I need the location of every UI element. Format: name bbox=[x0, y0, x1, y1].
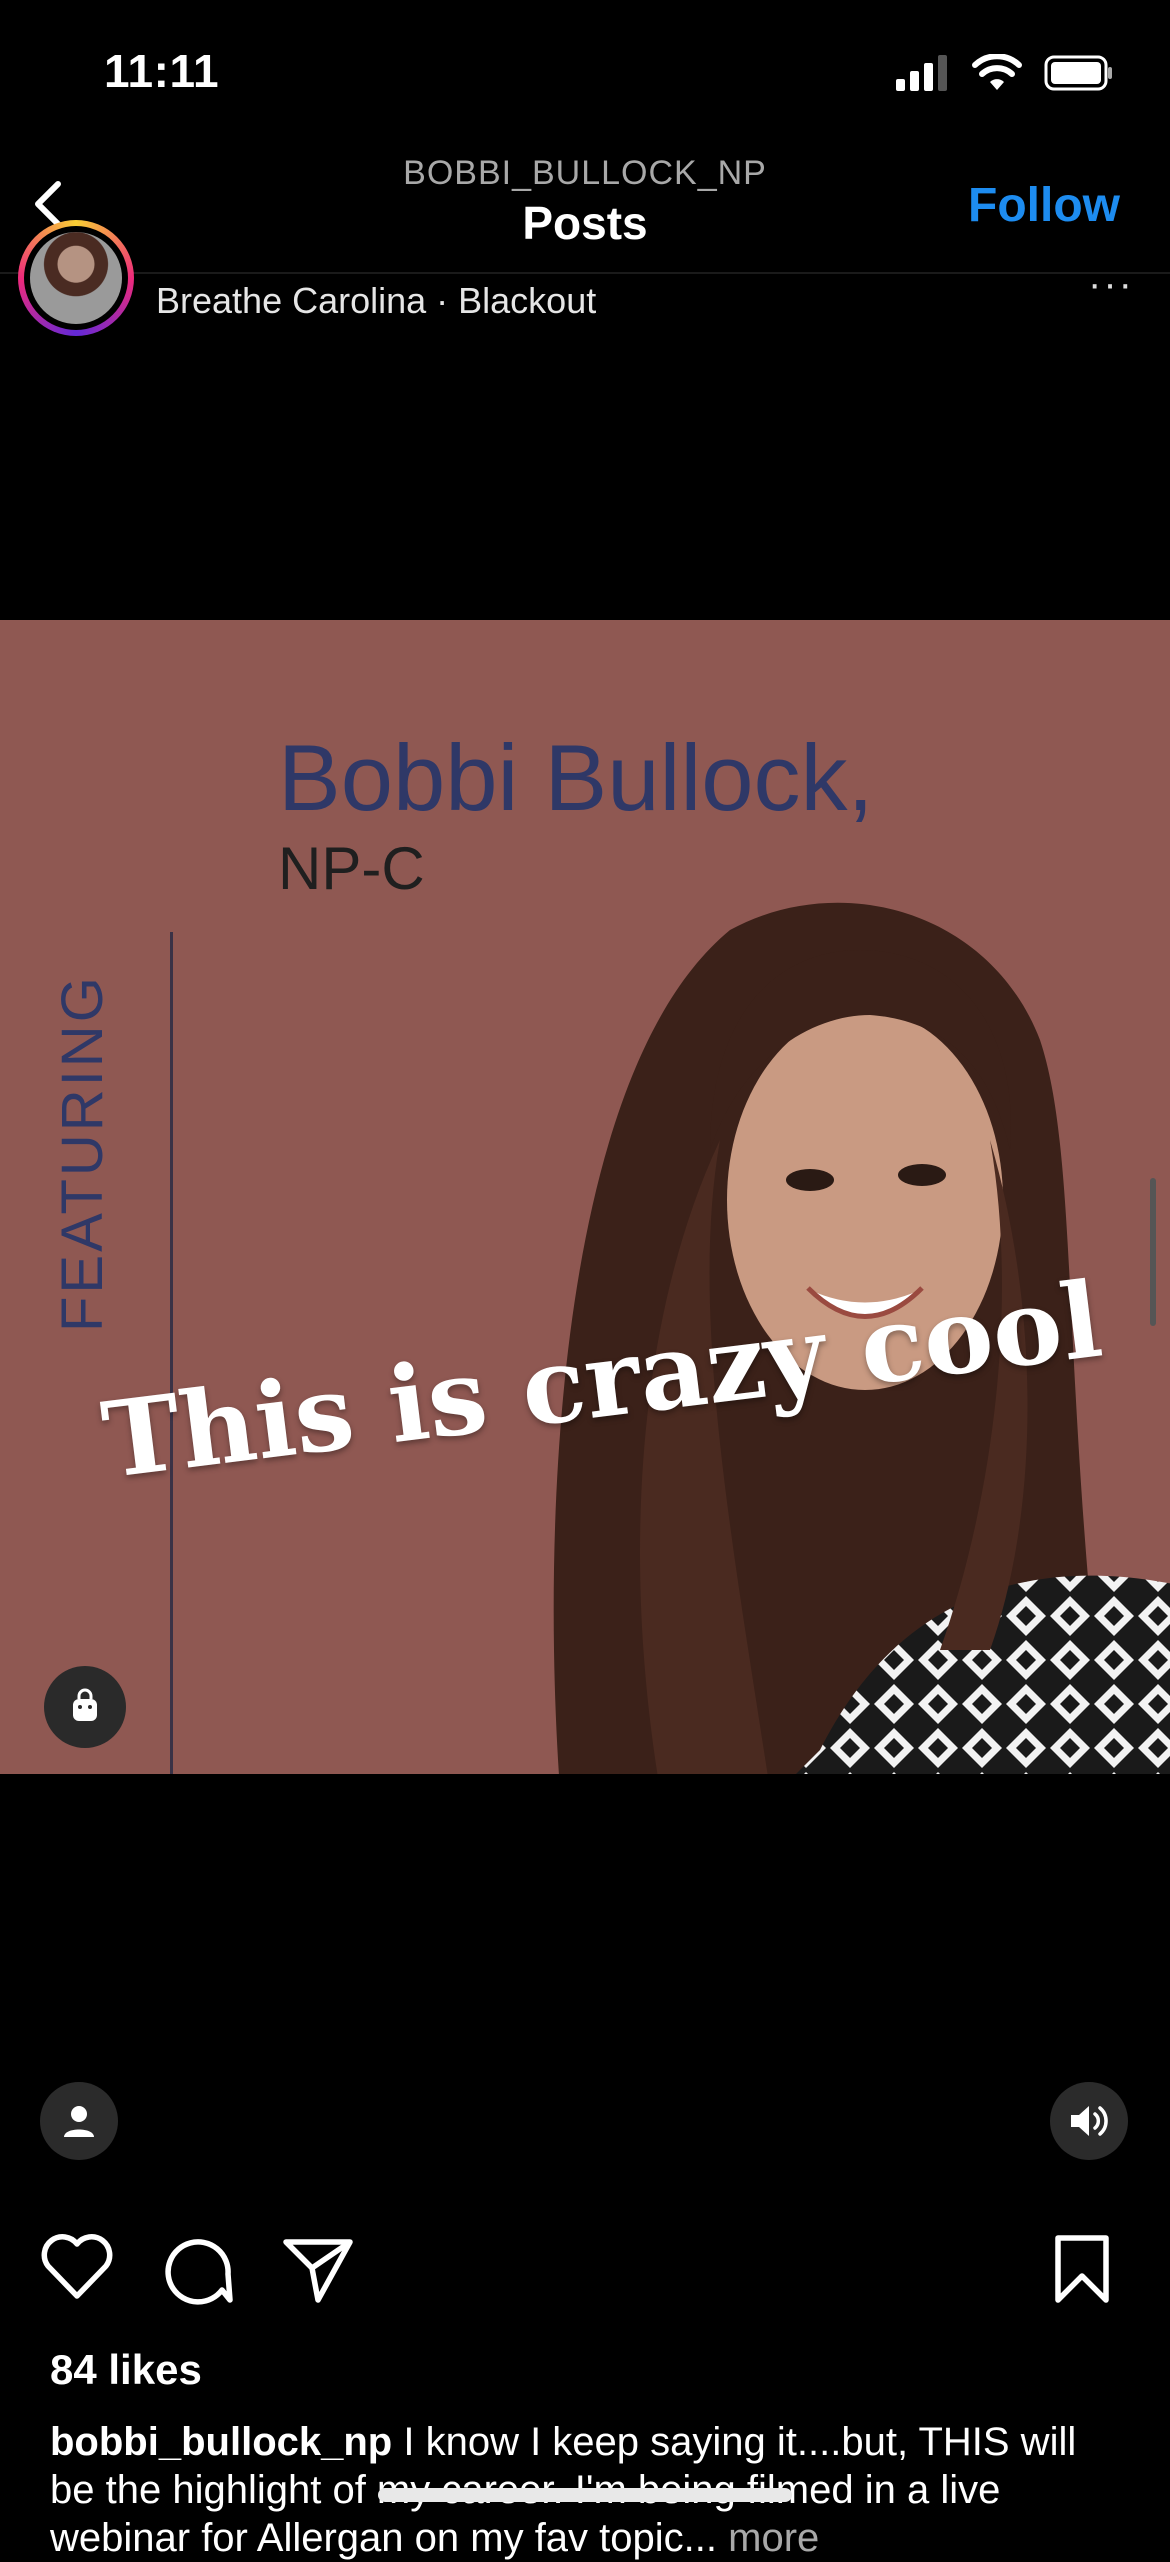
music-attribution[interactable]: Breathe Carolina · Blackout bbox=[156, 280, 596, 322]
wifi-icon bbox=[972, 54, 1022, 90]
cellular-signal-icon bbox=[896, 55, 947, 91]
volume-icon bbox=[1071, 2106, 1108, 2136]
shopping-bag-icon bbox=[73, 1688, 97, 1721]
sound-toggle-button[interactable] bbox=[1050, 2082, 1128, 2160]
like-count[interactable]: 84 likes bbox=[50, 2346, 202, 2394]
caption-username[interactable]: bobbi_bullock_np bbox=[50, 2420, 392, 2464]
media-credentials-text: NP-C bbox=[278, 835, 425, 902]
comment-icon[interactable] bbox=[162, 2234, 234, 2306]
scroll-indicator[interactable] bbox=[1150, 1178, 1156, 1326]
ellipsis-icon[interactable]: ··· bbox=[1088, 262, 1134, 307]
person-icon bbox=[64, 2106, 94, 2137]
caption-more-link[interactable]: more bbox=[728, 2516, 819, 2560]
follow-button[interactable]: Follow bbox=[968, 178, 1120, 233]
status-time: 11:11 bbox=[104, 45, 220, 97]
media-badge[interactable] bbox=[44, 1666, 126, 1748]
battery-icon bbox=[1044, 55, 1112, 91]
share-icon[interactable] bbox=[282, 2234, 354, 2306]
home-indicator[interactable] bbox=[378, 2488, 792, 2502]
bookmark-icon[interactable] bbox=[1052, 2234, 1112, 2304]
post-action-bar bbox=[0, 2234, 1170, 2314]
media-divider-line bbox=[170, 932, 173, 1774]
media-featuring-text: FEATURING bbox=[54, 974, 114, 1332]
media-name-text: Bobbi Bullock, bbox=[278, 725, 874, 830]
top-nav-bar: BOBBI_BULLOCK_NP Posts Follow bbox=[0, 150, 1170, 274]
tagged-users-button[interactable] bbox=[40, 2082, 118, 2160]
avatar[interactable] bbox=[30, 232, 122, 324]
featuring-label: FEATURING bbox=[54, 974, 114, 1332]
status-icons bbox=[896, 54, 1114, 92]
heart-icon[interactable] bbox=[40, 2234, 114, 2300]
post-media[interactable]: Bobbi Bullock, NP-C FEATURING This is cr… bbox=[0, 620, 1170, 1774]
